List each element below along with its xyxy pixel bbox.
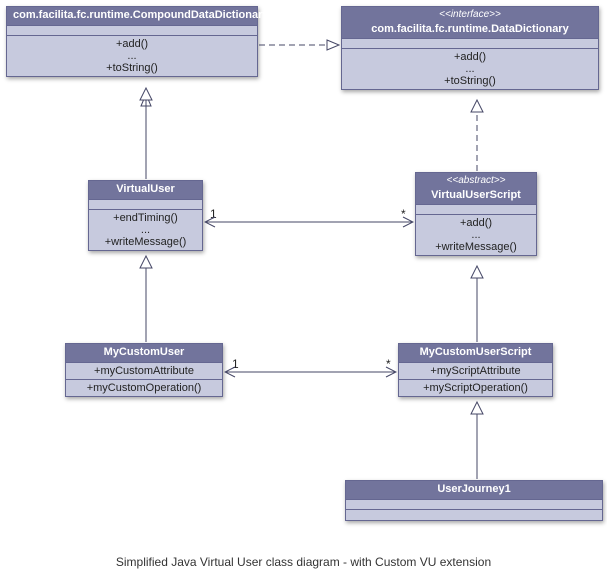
class-title: MyCustomUserScript (399, 344, 552, 363)
attributes-section: +myScriptAttribute (399, 363, 552, 380)
stereotype: <<interface>> (348, 9, 592, 22)
class-title: <<interface>> com.facilita.fc.runtime.Da… (342, 7, 598, 39)
operations-section: +add() ... +toString() (342, 49, 598, 89)
operation: +writeMessage() (93, 236, 198, 248)
operation: +add() (346, 51, 594, 63)
class-name: com.facilita.fc.runtime.DataDictionary (371, 23, 568, 35)
class-virtual-user-script: <<abstract>> VirtualUserScript +add() ..… (415, 172, 537, 256)
gen-arrow-userjourney-to-mycustomscript (471, 402, 483, 479)
stereotype: <<abstract>> (422, 175, 530, 188)
class-title: MyCustomUser (66, 344, 222, 363)
attributes-section (416, 205, 536, 215)
operations-section: +add() ... +writeMessage() (416, 215, 536, 255)
operation: +toString() (346, 75, 594, 87)
attributes-section (346, 500, 602, 510)
operations-section: +myScriptOperation() (399, 380, 552, 396)
operation: +writeMessage() (420, 241, 532, 253)
diagram-caption: Simplified Java Virtual User class diagr… (0, 555, 607, 569)
operations-section: +endTiming() ... +writeMessage() (89, 210, 202, 250)
attributes-section (89, 200, 202, 210)
attributes-section (7, 26, 257, 36)
multiplicity-label: * (401, 207, 406, 221)
operation: +endTiming() (93, 212, 198, 224)
class-compound-data-dictionary: com.facilita.fc.runtime.CompoundDataDict… (6, 6, 258, 77)
operation: ... (420, 229, 532, 241)
class-title: com.facilita.fc.runtime.CompoundDataDict… (7, 7, 257, 26)
operation: +add() (11, 38, 253, 50)
class-my-custom-user: MyCustomUser +myCustomAttribute +myCusto… (65, 343, 223, 397)
class-user-journey: UserJourney1 (345, 480, 603, 521)
operations-section: +myCustomOperation() (66, 380, 222, 396)
gen-arrow-mycustomscript-to-vus (471, 266, 483, 342)
attributes-section (342, 39, 598, 49)
class-title: UserJourney1 (346, 481, 602, 500)
class-name: VirtualUserScript (431, 189, 521, 201)
operation: ... (11, 50, 253, 62)
attribute: +myScriptAttribute (403, 365, 548, 377)
operation: +myScriptOperation() (403, 382, 548, 394)
multiplicity-label: * (386, 357, 391, 371)
operation: ... (346, 63, 594, 75)
attribute: +myCustomAttribute (70, 365, 218, 377)
realization-arrow-vus-to-datadict (471, 100, 483, 171)
class-my-custom-user-script: MyCustomUserScript +myScriptAttribute +m… (398, 343, 553, 397)
operations-section (346, 510, 602, 520)
attributes-section: +myCustomAttribute (66, 363, 222, 380)
class-title: VirtualUser (89, 181, 202, 200)
gen-arrow-mycustomuser-to-vu (140, 256, 152, 342)
operation: +myCustomOperation() (70, 382, 218, 394)
gen-arrow-vu-to-compound (140, 88, 152, 179)
class-title: <<abstract>> VirtualUserScript (416, 173, 536, 205)
multiplicity-label: 1 (232, 357, 239, 371)
operation: ... (93, 224, 198, 236)
operation: +toString() (11, 62, 253, 74)
operations-section: +add() ... +toString() (7, 36, 257, 76)
operation: +add() (420, 217, 532, 229)
class-data-dictionary-interface: <<interface>> com.facilita.fc.runtime.Da… (341, 6, 599, 90)
multiplicity-label: 1 (210, 207, 217, 221)
class-virtual-user: VirtualUser +endTiming() ... +writeMessa… (88, 180, 203, 251)
